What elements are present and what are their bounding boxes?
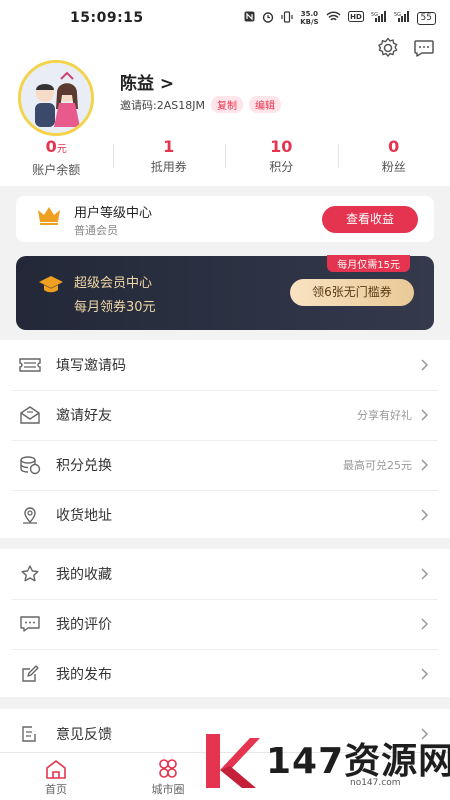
home-icon — [46, 760, 66, 779]
header-actions — [376, 36, 436, 64]
graduation-cap-icon — [38, 274, 64, 298]
feedback-icon — [18, 722, 42, 746]
alarm-icon — [262, 11, 274, 26]
watermark-url: no147.com — [350, 778, 401, 788]
status-time: 15:09:15 — [70, 10, 144, 26]
chevron-right-icon — [418, 408, 432, 422]
watermark: 147资源网 no147.com — [200, 728, 450, 796]
hd-icon: HD — [347, 11, 364, 25]
level-title: 用户等级中心 — [74, 206, 153, 221]
edit-button[interactable]: 编辑 — [248, 96, 281, 113]
menu-item-points-exchange[interactable]: 积分兑换 最高可兑25元 — [0, 440, 450, 490]
user-level-card[interactable]: 用户等级中心 普通会员 查看收益 — [16, 196, 434, 242]
menu-item-address[interactable]: 收货地址 — [0, 490, 450, 540]
profile-header: 陈益 > 邀请码:2AS18JM 复制 编辑 0元 账户余额 1 抵用券 10 … — [0, 36, 450, 186]
settings-icon[interactable] — [376, 36, 400, 64]
invite-code: 2AS18JM — [156, 98, 205, 112]
username[interactable]: 陈益 > — [120, 69, 174, 94]
points-exchange-hint: 最高可兑25元 — [343, 459, 412, 472]
invite-friends-hint: 分享有好礼 — [357, 409, 412, 422]
stat-coupons[interactable]: 1 抵用券 — [112, 136, 226, 178]
claim-coupons-button[interactable]: 领6张无门槛券 — [290, 279, 414, 306]
crown-icon — [36, 204, 62, 230]
chevron-right-icon — [418, 358, 432, 372]
svg-text:HD: HD — [350, 13, 362, 21]
stat-fans[interactable]: 0 粉丝 — [337, 136, 450, 178]
battery-indicator: 55 — [416, 11, 436, 25]
status-bar: 15:09:15 35.0 KB/S HD 5G 5G 55 — [0, 0, 450, 36]
watermark-text: 147资源网 — [266, 741, 450, 782]
city-circle-icon — [159, 759, 177, 778]
location-icon — [18, 503, 42, 527]
super-member-card[interactable]: 超级会员中心 每月领券30元 每月仅需15元 领6张无门槛券 — [16, 255, 434, 330]
menu-item-favorites[interactable]: 我的收藏 — [0, 549, 450, 599]
nfc-icon — [244, 11, 255, 25]
menu-group-activity: 我的收藏 我的评价 我的发布 — [0, 549, 450, 697]
menu-item-invite-friends[interactable]: 邀请好友 分享有好礼 — [0, 390, 450, 440]
level-subtitle: 普通会员 — [74, 224, 118, 237]
svg-text:5G: 5G — [371, 12, 378, 18]
vip-title: 超级会员中心 — [74, 276, 153, 291]
chevron-right-icon — [418, 567, 432, 581]
edit-icon — [18, 662, 42, 686]
vip-price-badge: 每月仅需15元 — [327, 255, 410, 272]
tab-city-circle[interactable]: 城市圈 — [138, 758, 198, 797]
chevron-right-icon — [418, 617, 432, 631]
net-speed: 35.0 KB/S — [300, 10, 319, 26]
view-earnings-button[interactable]: 查看收益 — [322, 206, 418, 233]
invite-code-row: 邀请码:2AS18JM 复制 编辑 — [120, 96, 281, 113]
avatar[interactable] — [18, 60, 94, 136]
menu-item-posts[interactable]: 我的发布 — [0, 649, 450, 699]
wifi-icon — [326, 11, 341, 25]
status-icons: 35.0 KB/S HD 5G 5G 55 — [244, 10, 436, 26]
chevron-right-icon — [418, 508, 432, 522]
ticket-icon — [18, 353, 42, 377]
coins-icon — [18, 453, 42, 477]
comment-icon — [18, 612, 42, 636]
copy-button[interactable]: 复制 — [210, 96, 243, 113]
message-icon[interactable] — [412, 36, 436, 64]
menu-item-invite-code[interactable]: 填写邀请码 — [0, 340, 450, 390]
stats-row: 0元 账户余额 1 抵用券 10 积分 0 粉丝 — [0, 136, 450, 178]
stat-points[interactable]: 10 积分 — [225, 136, 338, 178]
menu-item-reviews[interactable]: 我的评价 — [0, 599, 450, 649]
signal-icon-1: 5G — [371, 11, 387, 25]
stat-balance[interactable]: 0元 账户余额 — [0, 136, 113, 178]
watermark-logo — [200, 730, 262, 796]
vibrate-icon — [281, 10, 293, 26]
invite-label: 邀请码: — [120, 98, 157, 112]
tab-home[interactable]: 首页 — [26, 758, 86, 797]
chevron-right-icon — [418, 458, 432, 472]
envelope-icon — [18, 403, 42, 427]
svg-text:5G: 5G — [394, 12, 401, 18]
star-icon — [18, 562, 42, 586]
signal-icon-2: 5G — [394, 11, 410, 25]
menu-group-account: 填写邀请码 邀请好友 分享有好礼 积分兑换 最高可兑25元 收货地址 — [0, 340, 450, 538]
vip-subtitle: 每月领券30元 — [74, 300, 156, 315]
chevron-right-icon — [418, 667, 432, 681]
